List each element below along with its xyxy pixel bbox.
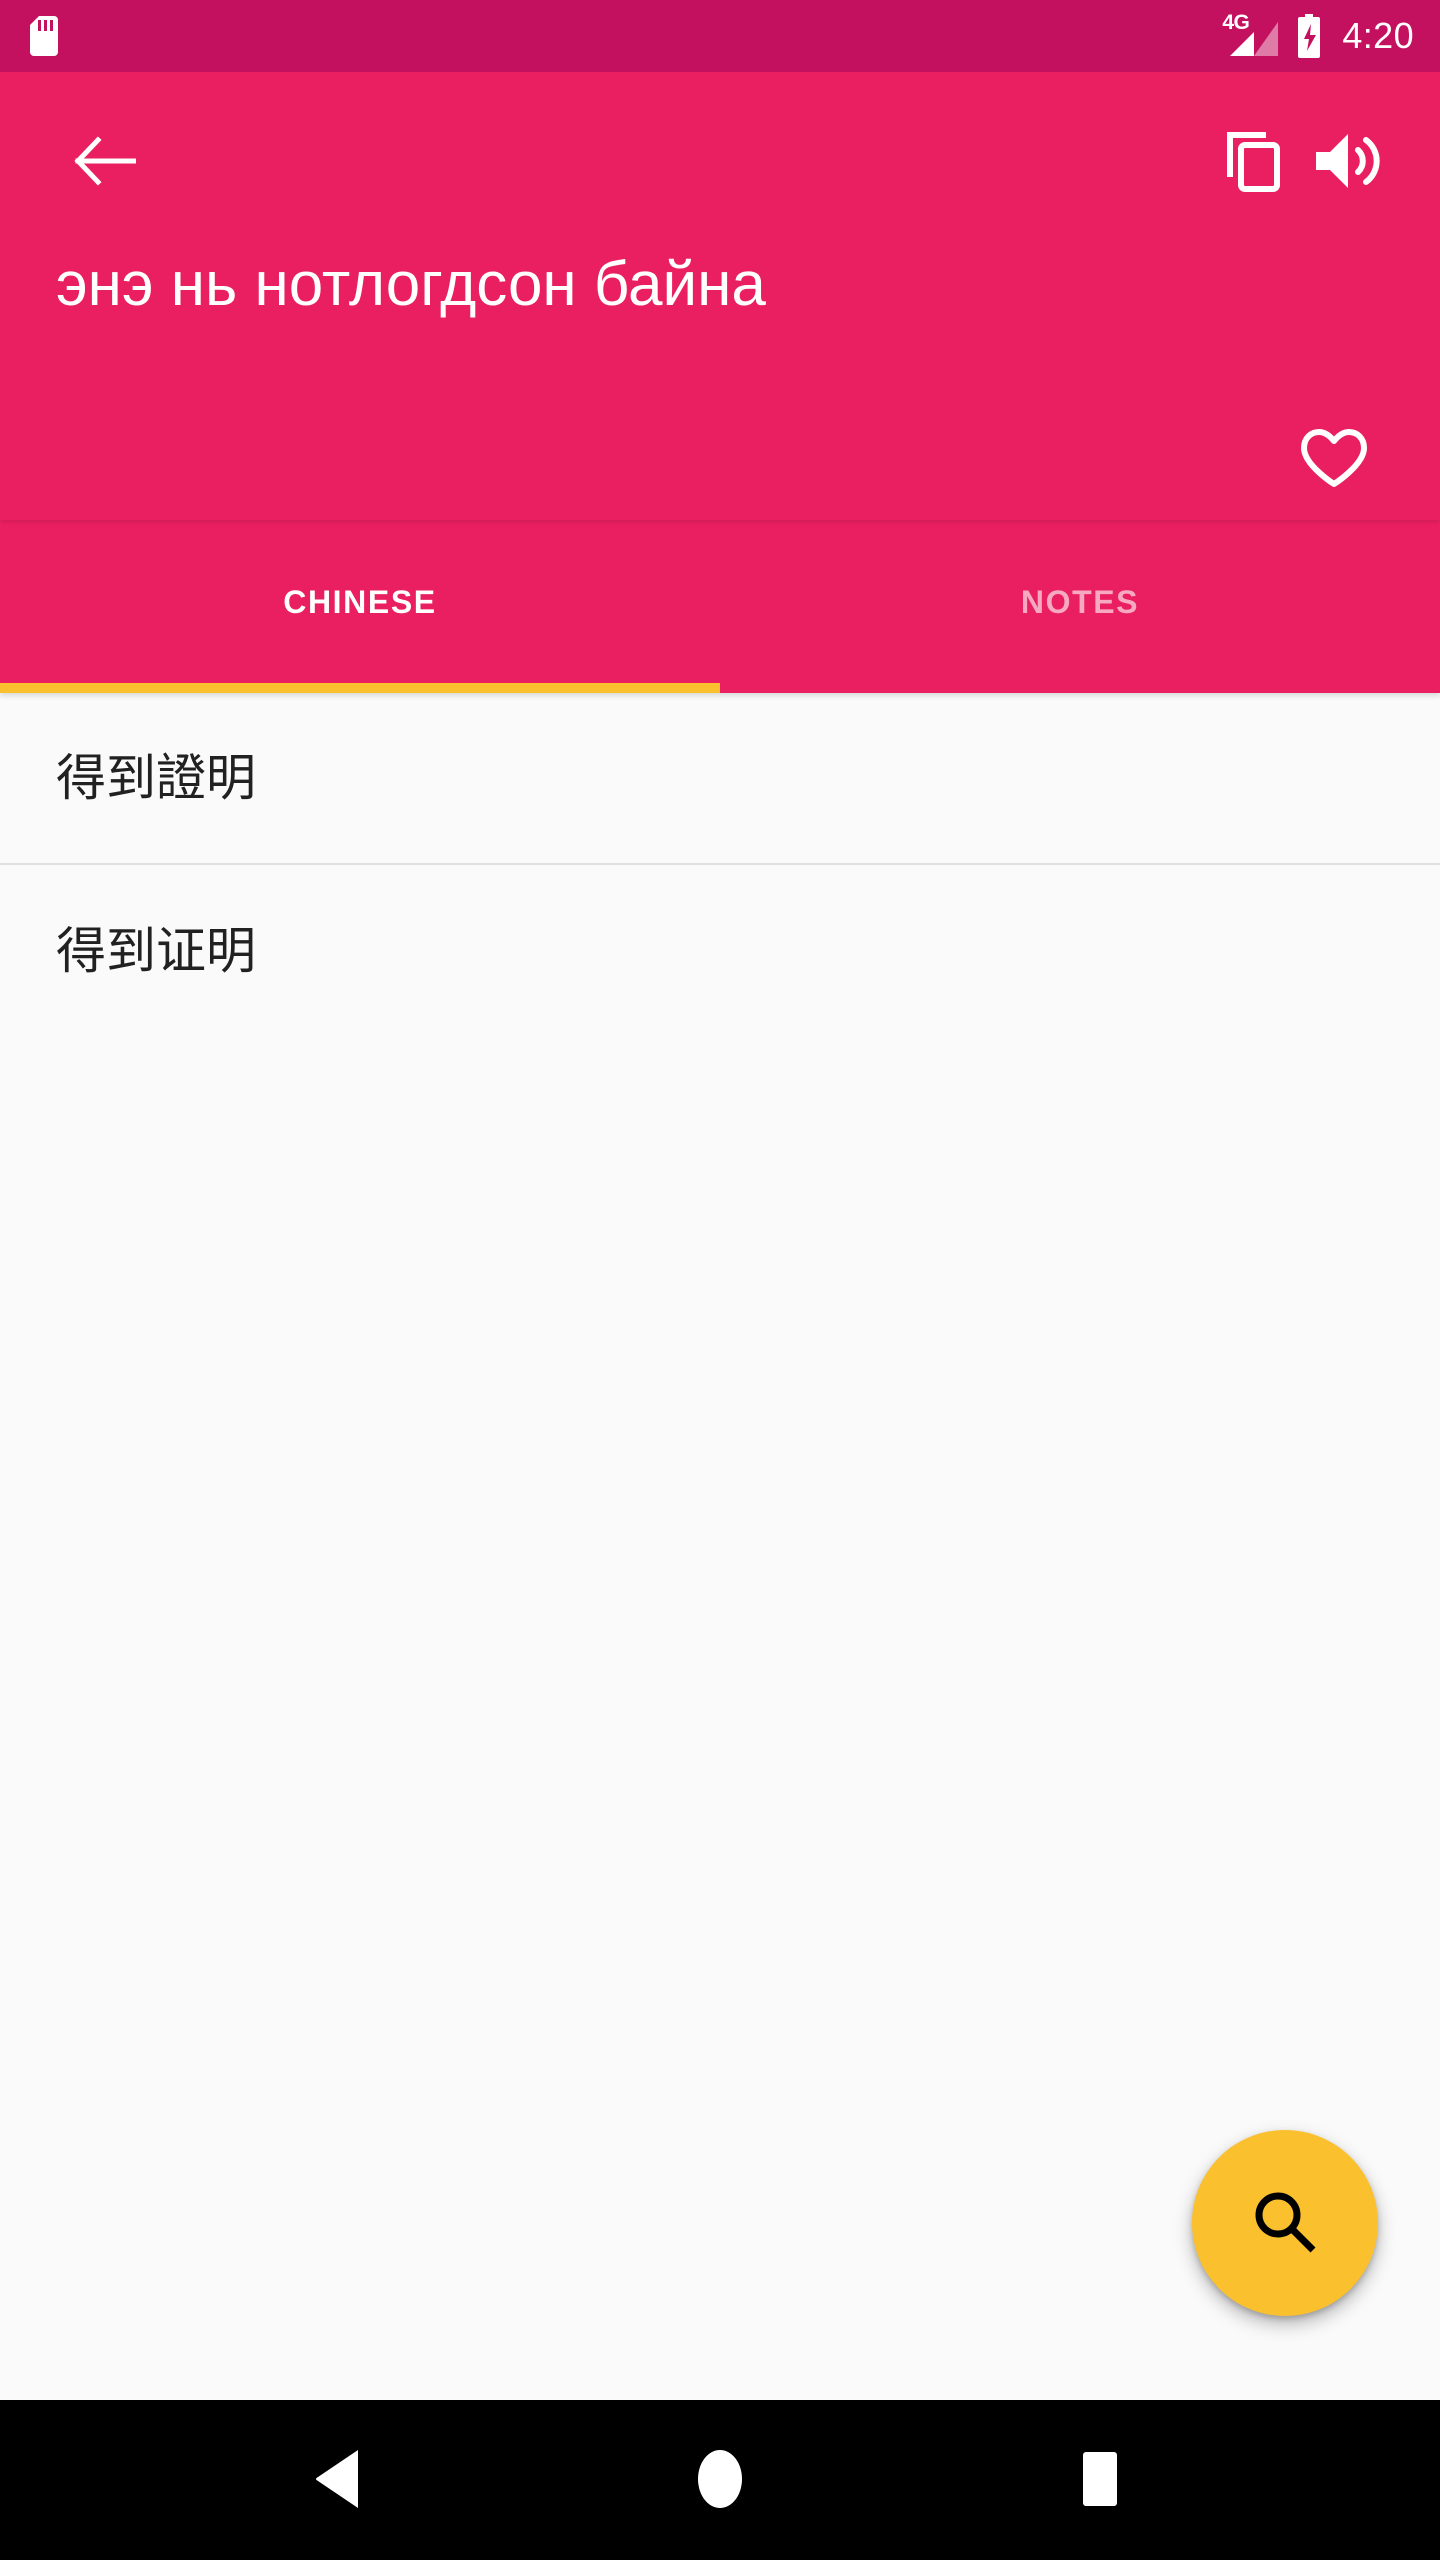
nav-recents-square-icon bbox=[1073, 2448, 1127, 2513]
tab-indicator bbox=[0, 683, 720, 693]
back-arrow-icon bbox=[72, 133, 137, 192]
phone-screen: 4G 4:20 энэ нь нотлогдсон байна CHINESE … bbox=[0, 0, 1440, 2560]
tab-chinese[interactable]: CHINESE bbox=[0, 520, 720, 693]
volume-up-icon bbox=[1312, 130, 1384, 195]
back-button[interactable] bbox=[56, 114, 152, 210]
status-bar: 4G 4:20 bbox=[0, 0, 1440, 72]
content-copy-icon bbox=[1216, 125, 1288, 200]
status-bar-clock: 4:20 bbox=[1342, 15, 1414, 56]
tab-bar: CHINESE NOTES bbox=[0, 520, 1440, 693]
list-item[interactable]: 得到證明 bbox=[0, 693, 1440, 865]
signal-bars-icon: 4G bbox=[1222, 12, 1279, 58]
nav-home-button[interactable] bbox=[650, 2410, 790, 2550]
copy-button[interactable] bbox=[1204, 114, 1300, 210]
status-bar-right: 4G 4:20 bbox=[1222, 12, 1414, 58]
favorite-button[interactable] bbox=[1292, 418, 1376, 502]
translation-list: 得到證明 得到证明 bbox=[0, 693, 1440, 1037]
search-icon bbox=[1247, 2184, 1323, 2263]
list-item[interactable]: 得到证明 bbox=[0, 865, 1440, 1037]
nav-back-button[interactable] bbox=[270, 2410, 410, 2550]
system-navigation-bar bbox=[0, 2400, 1440, 2560]
nav-recents-button[interactable] bbox=[1030, 2410, 1170, 2550]
search-fab[interactable] bbox=[1192, 2130, 1378, 2316]
app-bar: энэ нь нотлогдсон байна bbox=[0, 72, 1440, 520]
entry-text: 得到证明 bbox=[56, 922, 256, 980]
nav-home-circle-icon bbox=[689, 2448, 751, 2513]
entry-text: 得到證明 bbox=[56, 749, 256, 807]
heart-outline-icon bbox=[1299, 427, 1369, 494]
content-area: 得到證明 得到证明 bbox=[0, 693, 1440, 2400]
battery-charging-icon bbox=[1296, 14, 1322, 58]
sd-card-icon bbox=[30, 16, 58, 56]
tab-notes[interactable]: NOTES bbox=[720, 520, 1440, 693]
nav-back-triangle-icon bbox=[312, 2448, 368, 2513]
favorite-row bbox=[0, 317, 1440, 520]
speak-button[interactable] bbox=[1300, 114, 1396, 210]
page-title: энэ нь нотлогдсон байна bbox=[56, 250, 766, 319]
status-bar-left bbox=[30, 16, 58, 56]
app-bar-action-row bbox=[0, 72, 1440, 252]
